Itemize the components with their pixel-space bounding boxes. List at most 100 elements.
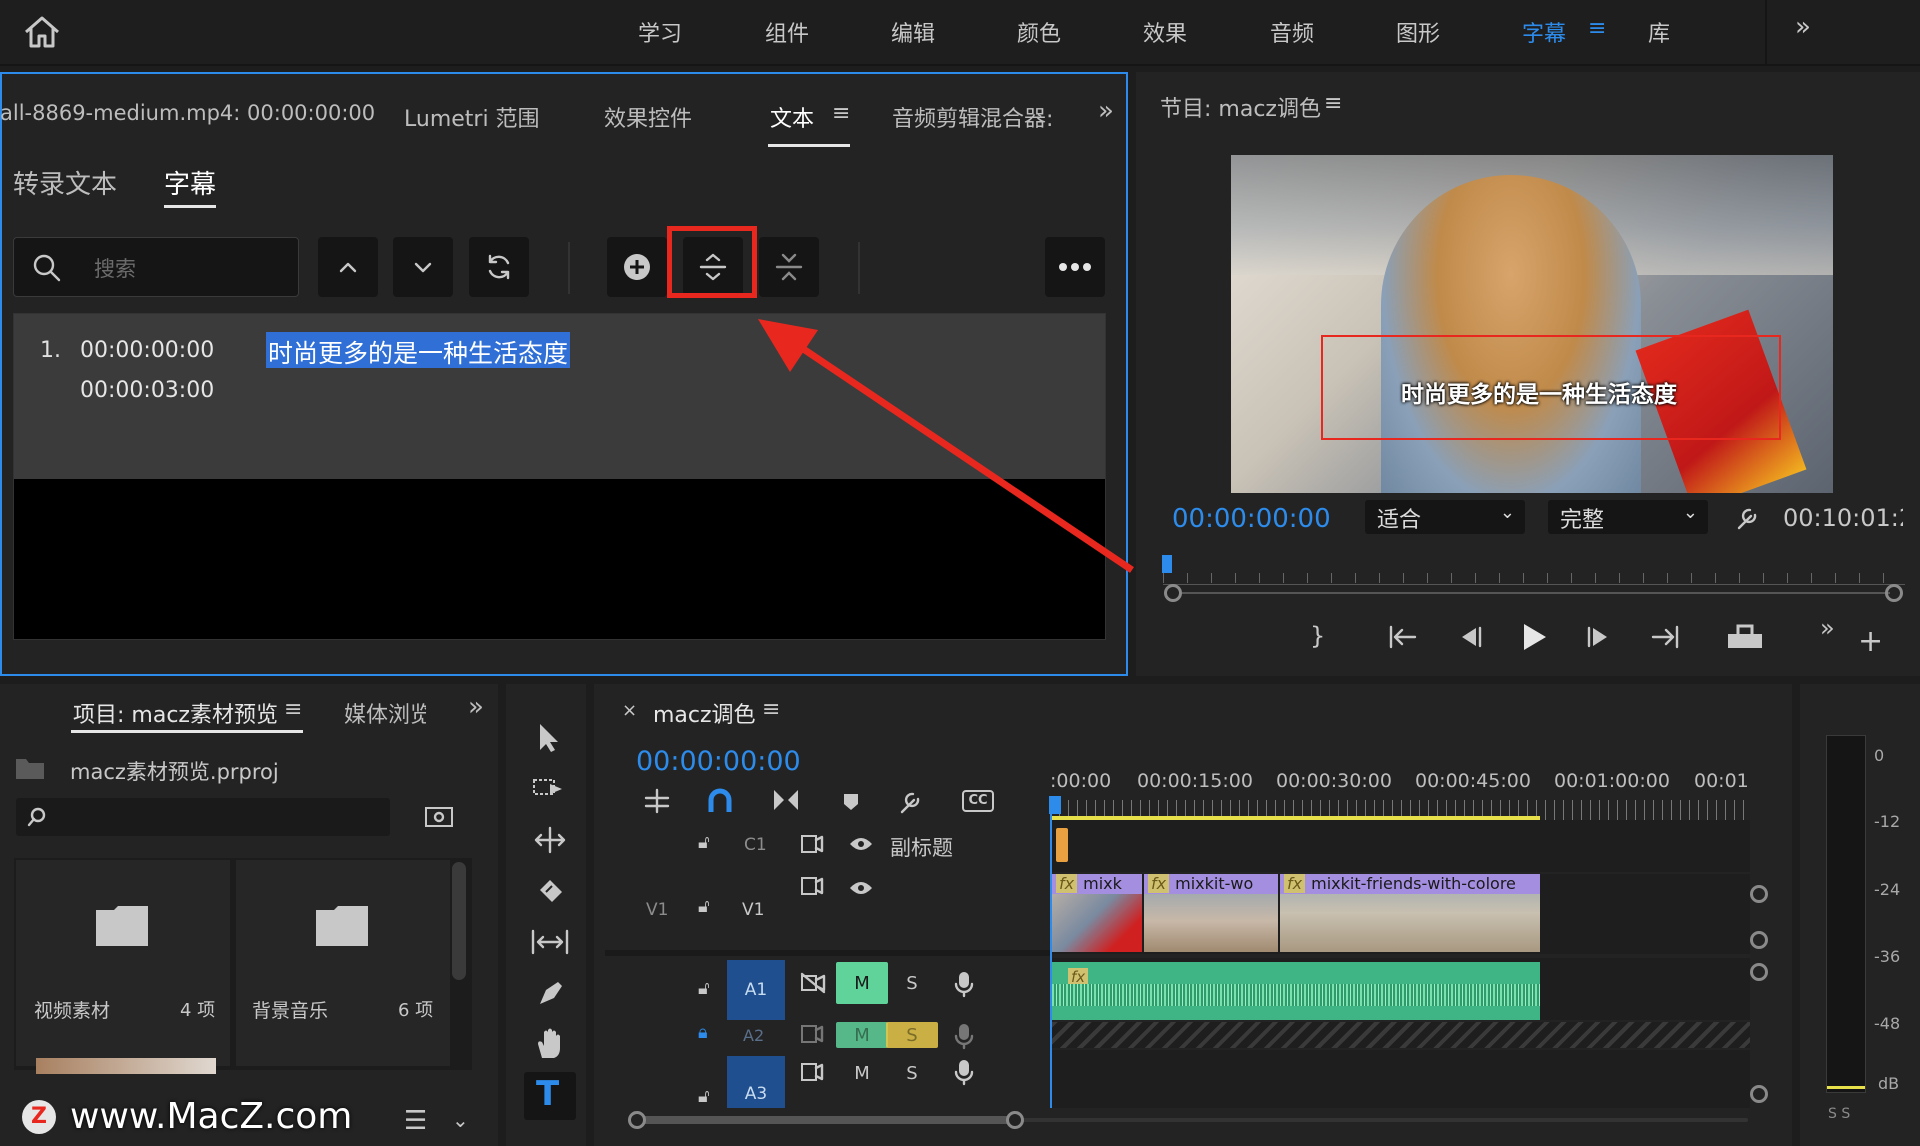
caption-track-area — [1052, 820, 1750, 872]
razor-tool-icon[interactable] — [536, 876, 566, 910]
track-divider — [605, 950, 1050, 956]
video-clip[interactable]: fx mixkit-friends-with-colore — [1280, 874, 1540, 952]
program-monitor-menu-icon[interactable]: ≡ — [1324, 91, 1342, 116]
sync-lock-icon[interactable] — [800, 1024, 824, 1048]
solo-a3-button[interactable]: S — [886, 1052, 938, 1094]
snap-magnet-icon[interactable] — [706, 788, 734, 818]
program-playhead[interactable] — [1162, 555, 1172, 573]
captions-cc-icon[interactable]: CC — [962, 790, 994, 812]
close-sequence-icon[interactable]: × — [622, 700, 637, 721]
mute-a2-button[interactable]: M — [836, 1022, 888, 1048]
project-search-input[interactable] — [16, 798, 390, 836]
go-to-in-icon[interactable] — [1388, 624, 1418, 654]
timeline-timecode[interactable]: 00:00:00:00 — [636, 746, 801, 777]
sort-chevron-icon[interactable]: ⌄ — [452, 1108, 469, 1132]
video-scroll-handle[interactable] — [1750, 885, 1768, 903]
track-label-a3[interactable]: A3 — [727, 1056, 785, 1108]
step-forward-icon[interactable] — [1587, 626, 1613, 652]
zoom-handle-left[interactable] — [1164, 584, 1182, 602]
eye-icon[interactable] — [848, 880, 874, 900]
sequence-tab[interactable]: macz调色 — [653, 697, 756, 729]
track-label-a2[interactable]: A2 — [743, 1026, 764, 1045]
step-back-icon[interactable] — [1456, 626, 1482, 652]
audio-scroll-handle[interactable] — [1750, 963, 1768, 981]
zoom-handle-right[interactable] — [1885, 584, 1903, 602]
fit-dropdown[interactable]: 适合 ⌄ — [1365, 500, 1525, 534]
lock-icon[interactable]: 🔓︎ — [698, 978, 710, 999]
pen-tool-icon[interactable] — [536, 978, 566, 1012]
tab-project[interactable]: 项目: macz素材预览 — [73, 697, 278, 729]
sync-lock-icon[interactable] — [800, 834, 824, 858]
clip-label: fx mixkit-friends-with-colore — [1280, 874, 1540, 894]
track-select-tool-icon[interactable] — [532, 776, 566, 806]
linked-selection-icon[interactable] — [770, 786, 802, 818]
program-timecode[interactable]: 00:00:00:00 — [1172, 504, 1331, 534]
sync-lock-icon[interactable] — [800, 1062, 824, 1086]
timeline-zoom-thumb[interactable] — [640, 1116, 1016, 1124]
bin-tile[interactable]: 背景音乐 6 项 — [236, 860, 450, 1066]
wrench-icon[interactable] — [1733, 502, 1763, 536]
project-overflow-icon[interactable]: » — [468, 692, 484, 722]
clip-name: mixk — [1083, 874, 1122, 893]
meter-label: 0 — [1874, 746, 1885, 765]
tab-media-browser[interactable]: 媒体浏览 — [344, 697, 426, 729]
program-ruler[interactable] — [1163, 555, 1905, 585]
play-icon[interactable] — [1520, 622, 1548, 656]
audio-scroll-handle[interactable] — [1750, 1085, 1768, 1103]
meter-solo-buttons[interactable]: S S — [1828, 1106, 1850, 1122]
eye-icon[interactable] — [848, 836, 874, 856]
timeline-settings-wrench-icon[interactable] — [898, 788, 926, 820]
sequence-menu-icon[interactable]: ≡ — [762, 697, 780, 722]
track-label-a1[interactable]: A1 — [727, 960, 785, 1020]
bin-scrollbar[interactable] — [452, 862, 466, 980]
lock-icon[interactable]: 🔓︎ — [698, 896, 710, 917]
list-view-icon[interactable]: ☰ — [404, 1106, 427, 1136]
lock-icon[interactable]: 🔓︎ — [698, 832, 710, 853]
ruler-label: 00:00:15:00 — [1137, 770, 1253, 792]
video-clip[interactable]: fx mixkit-wo — [1144, 874, 1278, 952]
microphone-icon[interactable] — [954, 1058, 974, 1090]
project-menu-icon[interactable]: ≡ — [284, 697, 302, 722]
audio-meter-bar — [1826, 735, 1866, 1093]
lock-closed-icon[interactable]: 🔒︎ — [698, 1022, 708, 1043]
watermark-text: www.MacZ.com — [70, 1096, 353, 1137]
meter-label: -12 — [1874, 812, 1901, 831]
solo-a2-button[interactable]: S — [886, 1022, 938, 1048]
solo-a1-button[interactable]: S — [886, 962, 938, 1004]
find-icon[interactable] — [424, 804, 454, 832]
zoom-handle-right[interactable] — [1006, 1111, 1024, 1129]
selection-tool-icon[interactable] — [536, 722, 562, 758]
quality-dropdown[interactable]: 完整 ⌄ — [1548, 500, 1708, 534]
ruler-label: 00:00:30:00 — [1276, 770, 1392, 792]
lock-icon[interactable]: 🔓︎ — [698, 1086, 710, 1107]
ripple-edit-tool-icon[interactable] — [532, 826, 568, 858]
mute-a1-button[interactable]: M — [836, 962, 888, 1004]
add-button-icon[interactable]: + — [1858, 624, 1883, 659]
go-to-out-icon[interactable] — [1650, 624, 1680, 654]
microphone-icon[interactable] — [954, 1022, 974, 1054]
track-source-v1[interactable]: V1 — [646, 900, 668, 920]
folder-icon — [316, 906, 368, 946]
microphone-icon[interactable] — [954, 970, 974, 1002]
slip-tool-icon[interactable] — [530, 928, 570, 960]
insert-nested-icon[interactable] — [642, 788, 672, 818]
folder-up-icon[interactable] — [14, 755, 46, 785]
export-frame-icon[interactable] — [1726, 624, 1764, 654]
video-scroll-handle[interactable] — [1750, 931, 1768, 949]
camera-off-icon[interactable] — [800, 972, 826, 998]
audio-clip[interactable]: fx — [1052, 962, 1540, 1020]
hand-tool-icon[interactable] — [534, 1026, 566, 1064]
type-tool-button[interactable]: T — [524, 1072, 576, 1120]
bin-tile[interactable]: 视频素材 4 项 — [16, 860, 230, 1066]
transport-overflow-icon[interactable]: » — [1820, 614, 1835, 642]
add-marker-icon[interactable] — [842, 792, 860, 816]
sync-lock-icon[interactable] — [800, 876, 824, 900]
locked-track-area — [1052, 1022, 1750, 1048]
mute-a3-button[interactable]: M — [836, 1052, 888, 1094]
mark-out-icon[interactable]: } — [1310, 622, 1325, 650]
zoom-bar[interactable] — [1182, 592, 1890, 594]
audio-track-area — [1052, 1050, 1750, 1108]
caption-clip[interactable] — [1056, 828, 1068, 862]
zoom-handle-left[interactable] — [628, 1111, 646, 1129]
video-clip[interactable]: fx mixk — [1052, 874, 1142, 952]
